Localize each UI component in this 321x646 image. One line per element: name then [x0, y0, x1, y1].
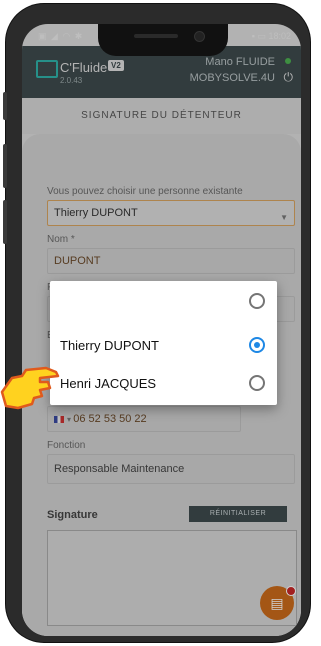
volume-up-button — [3, 92, 7, 120]
dialog-option-empty[interactable] — [50, 283, 277, 319]
screen: ▣ ◢ ◠ ✱ ▪ ▭ 18:02 C'Fluide V2 2.0.43 Man… — [22, 24, 301, 636]
pointing-hand-icon — [0, 366, 60, 410]
dialog-option-henri[interactable]: Henri JACQUES — [50, 365, 277, 401]
dialog-option-label: Henri JACQUES — [60, 376, 157, 391]
radio-unchecked-icon[interactable] — [249, 375, 265, 391]
radio-checked-icon[interactable] — [249, 337, 265, 353]
dialog-option-label: Thierry DUPONT — [60, 338, 159, 353]
person-select-dialog: Thierry DUPONT Henri JACQUES — [50, 281, 277, 405]
camera-notch — [98, 24, 228, 56]
phone-frame: ▣ ◢ ◠ ✱ ▪ ▭ 18:02 C'Fluide V2 2.0.43 Man… — [3, 4, 310, 642]
power-side-button — [3, 200, 7, 244]
radio-unchecked-icon[interactable] — [249, 293, 265, 309]
dialog-option-thierry[interactable]: Thierry DUPONT — [50, 327, 277, 363]
volume-down-button — [3, 144, 7, 188]
